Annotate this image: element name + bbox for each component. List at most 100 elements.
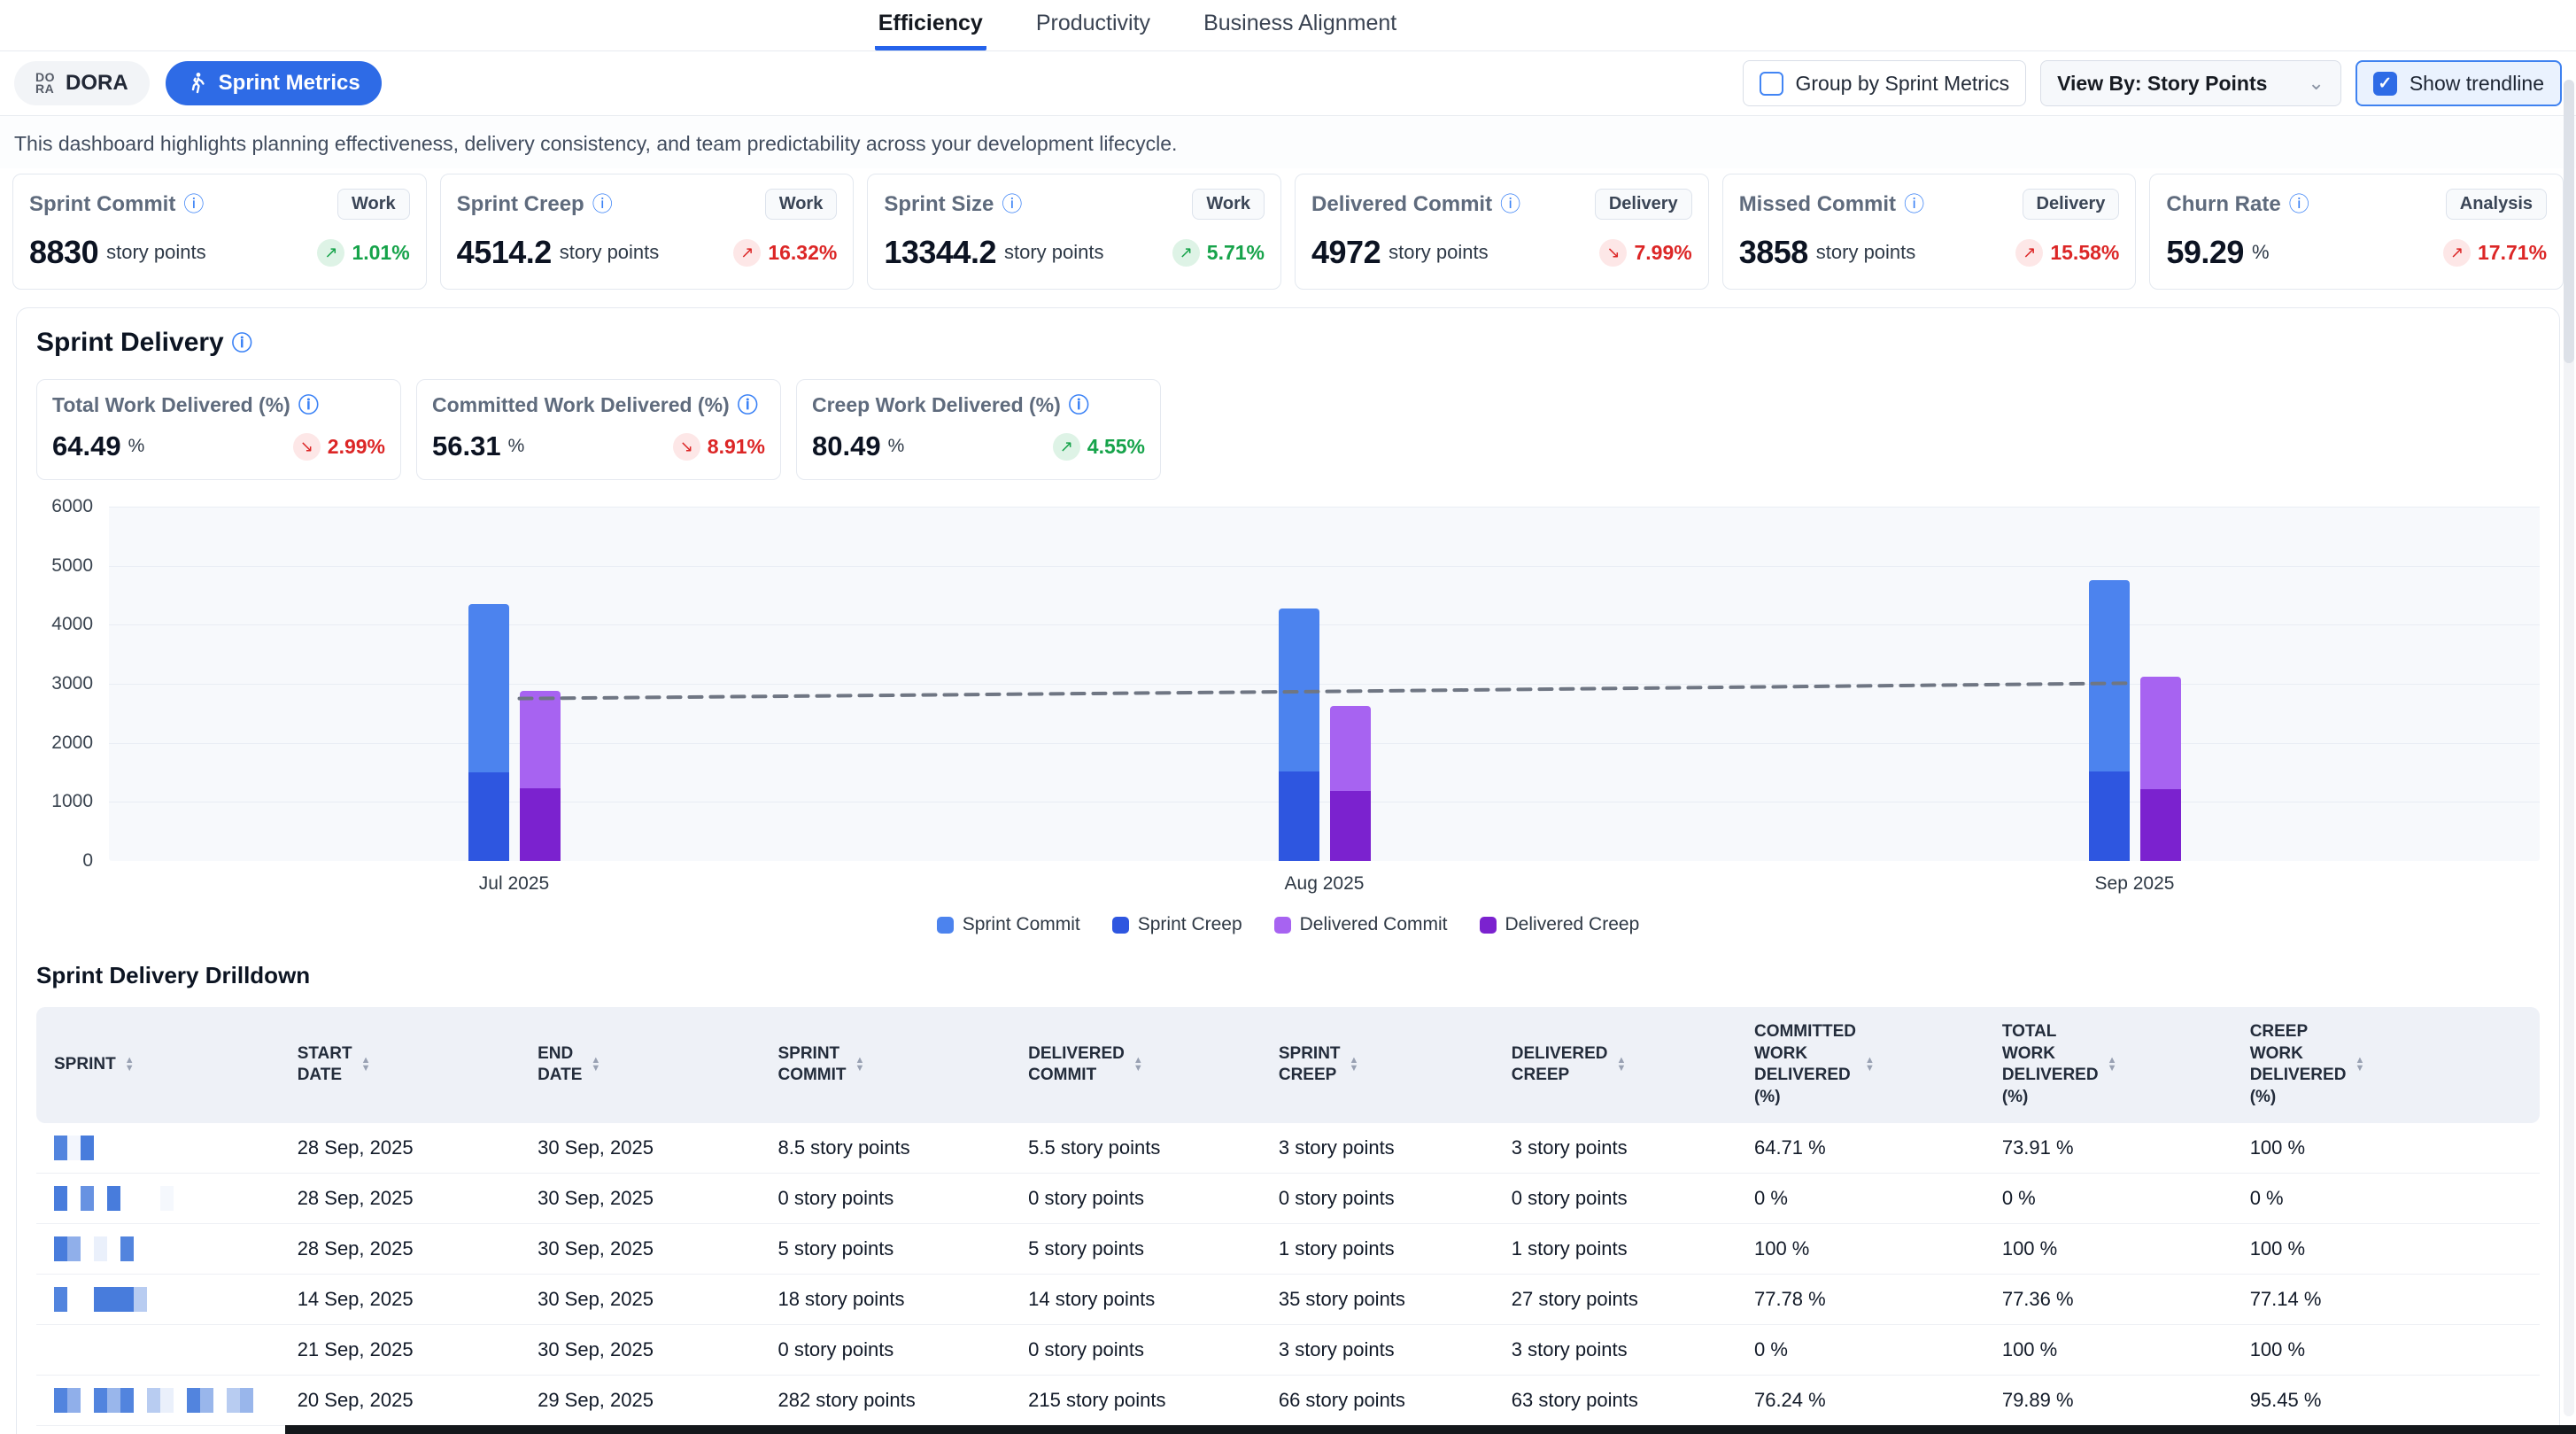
subcard-title: Total Work Delivered (%) <box>52 393 290 417</box>
category-badge: Work <box>765 189 838 220</box>
column-header-sprint[interactable]: SPRINT▲▼ <box>36 1007 287 1123</box>
legend-swatch <box>937 917 954 934</box>
bar-group-sep-2025 <box>1729 507 2540 861</box>
header-line: WORK <box>2002 1043 2099 1066</box>
legend-item-delivered-creep[interactable]: Delivered Creep <box>1480 914 1640 935</box>
sort-icon[interactable]: ▲▼ <box>2355 1057 2364 1073</box>
sort-icon[interactable]: ▲▼ <box>2108 1057 2117 1073</box>
group-by-checkbox[interactable] <box>1760 72 1783 96</box>
column-header-total-work-delivered[interactable]: TOTALWORKDELIVERED(%)▲▼ <box>1992 1007 2239 1123</box>
sort-icon[interactable]: ▲▼ <box>1350 1057 1359 1073</box>
sort-icon[interactable]: ▲▼ <box>855 1057 865 1073</box>
info-icon[interactable]: ⓘ <box>2289 194 2309 214</box>
sprint-delivery-chart: 0100020003000400050006000 Jul 2025Aug 20… <box>36 507 2540 895</box>
column-header-delivered-commit[interactable]: DELIVEREDCOMMIT▲▼ <box>1017 1007 1268 1123</box>
column-header-end-date[interactable]: ENDDATE▲▼ <box>527 1007 767 1123</box>
start-cell: 20 Sep, 2025 <box>287 1375 527 1425</box>
tab-efficiency[interactable]: Efficiency <box>875 0 986 50</box>
sort-icon[interactable]: ▲▼ <box>1133 1057 1143 1073</box>
sprint-name-cell <box>36 1123 287 1174</box>
sprint-commit-cell: 5 story points <box>767 1223 1017 1274</box>
metric-card-header: Sprint SizeⓘWork <box>884 189 1265 220</box>
sprint-commit-cell: 0 story points <box>767 1173 1017 1223</box>
table-row: 28 Sep, 202530 Sep, 20250 story points0 … <box>36 1173 2540 1223</box>
delivered-stacked-bar <box>2140 677 2181 861</box>
info-icon[interactable]: ⓘ <box>738 395 758 415</box>
sort-down-icon: ▼ <box>125 1065 135 1073</box>
sort-icon[interactable]: ▲▼ <box>1865 1057 1875 1073</box>
sort-down-icon: ▼ <box>1617 1065 1627 1073</box>
info-icon[interactable]: ⓘ <box>298 395 319 415</box>
subcard-value: 80.49 <box>812 430 881 462</box>
header-line: TOTAL <box>2002 1021 2099 1043</box>
metric-value: 4514.2 <box>457 234 552 271</box>
delivered-creep-cell: 3 story points <box>1501 1123 1744 1174</box>
redaction-block <box>227 1388 240 1413</box>
sprint-commit-segment <box>2089 580 2130 771</box>
legend-item-sprint-creep[interactable]: Sprint Creep <box>1112 914 1242 935</box>
committed-pct-cell: 0 % <box>1744 1173 1992 1223</box>
start-cell: 21 Sep, 2025 <box>287 1324 527 1375</box>
info-icon[interactable]: ⓘ <box>232 333 252 353</box>
sprint-name-cell <box>36 1375 287 1425</box>
metric-unit: story points <box>560 241 660 264</box>
metric-card-sprint-creep: Sprint CreepⓘWork4514.2story points↗16.3… <box>440 174 855 290</box>
column-header-committed-work-delivered[interactable]: COMMITTEDWORKDELIVERED(%)▲▼ <box>1744 1007 1992 1123</box>
subcard-value-row: 64.49%↘2.99% <box>52 430 385 462</box>
delivered-commit-cell: 14 story points <box>1017 1274 1268 1324</box>
dora-toggle-button[interactable]: DORA DORA <box>14 61 150 105</box>
sort-icon[interactable]: ▲▼ <box>125 1057 135 1073</box>
column-header-start-date[interactable]: STARTDATE▲▼ <box>287 1007 527 1123</box>
metric-value: 3858 <box>1739 234 1808 271</box>
delivered-creep-segment <box>520 788 561 861</box>
view-by-select[interactable]: View By: Story Points ⌄ <box>2040 60 2341 106</box>
tab-business-alignment[interactable]: Business Alignment <box>1200 0 1400 50</box>
change-value: 2.99% <box>328 435 385 459</box>
sprint-creep-cell: 1 story points <box>1268 1223 1501 1274</box>
column-header-sprint-creep[interactable]: SPRINTCREEP▲▼ <box>1268 1007 1501 1123</box>
sprint-stacked-bar <box>468 604 509 861</box>
show-trendline-checkbox[interactable]: ✓ <box>2373 72 2397 96</box>
metric-unit: story points <box>1389 241 1489 264</box>
metric-value: 8830 <box>29 234 98 271</box>
redaction-block <box>147 1186 160 1211</box>
committed-pct-cell: 100 % <box>1744 1223 1992 1274</box>
end-cell: 29 Sep, 2025 <box>527 1375 767 1425</box>
column-header-delivered-creep[interactable]: DELIVEREDCREEP▲▼ <box>1501 1007 1744 1123</box>
delivered-creep-cell: 27 story points <box>1501 1274 1744 1324</box>
creep-pct-cell: 100 % <box>2239 1324 2540 1375</box>
bar-pair <box>468 604 561 861</box>
change-indicator: ↗5.71% <box>1172 239 1265 267</box>
sprint-metrics-toggle-button[interactable]: Sprint Metrics <box>166 61 382 105</box>
legend-item-delivered-commit[interactable]: Delivered Commit <box>1274 914 1448 935</box>
info-icon[interactable]: ⓘ <box>1500 194 1520 214</box>
info-icon[interactable]: ⓘ <box>1002 194 1022 214</box>
sort-icon[interactable]: ▲▼ <box>1617 1057 1627 1073</box>
info-icon[interactable]: ⓘ <box>1069 395 1089 415</box>
header-line: (%) <box>2002 1087 2099 1109</box>
start-cell: 28 Sep, 2025 <box>287 1123 527 1174</box>
change-indicator: ↘8.91% <box>673 433 765 461</box>
redaction-block <box>54 1287 67 1312</box>
sort-icon[interactable]: ▲▼ <box>591 1057 600 1073</box>
legend-item-sprint-commit[interactable]: Sprint Commit <box>937 914 1080 935</box>
column-header-creep-work-delivered[interactable]: CREEPWORKDELIVERED(%)▲▼ <box>2239 1007 2540 1123</box>
dashboard-description: This dashboard highlights planning effec… <box>0 115 2576 168</box>
chevron-down-icon: ⌄ <box>2308 72 2324 95</box>
sort-icon[interactable]: ▲▼ <box>361 1057 371 1073</box>
tab-productivity[interactable]: Productivity <box>1033 0 1154 50</box>
category-badge: Work <box>337 189 410 220</box>
metric-value: 13344.2 <box>884 234 996 271</box>
subcard-creep-work-delivered: Creep Work Delivered (%)ⓘ80.49%↗4.55% <box>796 379 1161 480</box>
trend-down-icon: ↘ <box>673 433 700 461</box>
vertical-scrollbar[interactable] <box>2564 80 2574 1416</box>
sprint-creep-cell: 3 story points <box>1268 1123 1501 1174</box>
category-badge: Analysis <box>2446 189 2547 220</box>
metric-value: 4972 <box>1311 234 1381 271</box>
info-icon[interactable]: ⓘ <box>592 194 613 214</box>
info-icon[interactable]: ⓘ <box>183 194 204 214</box>
redaction-block <box>67 1136 81 1160</box>
column-header-sprint-commit[interactable]: SPRINTCOMMIT▲▼ <box>767 1007 1017 1123</box>
scrollbar-thumb[interactable] <box>2564 80 2574 363</box>
info-icon[interactable]: ⓘ <box>1904 194 1924 214</box>
